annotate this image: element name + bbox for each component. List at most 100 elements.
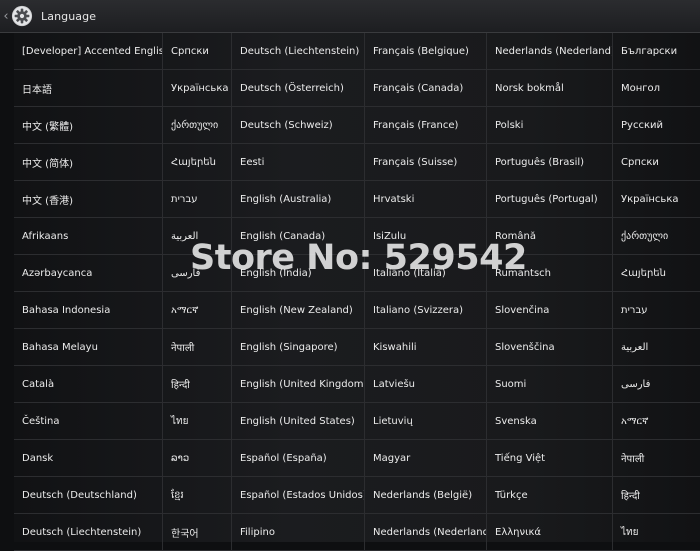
language-option[interactable]: IsiZulu — [365, 218, 487, 254]
language-option[interactable]: Српски — [163, 33, 232, 69]
language-option[interactable]: Bahasa Indonesia — [14, 292, 163, 328]
language-option[interactable]: English (United Kingdom) — [232, 366, 365, 402]
language-option[interactable]: Afrikaans — [14, 218, 163, 254]
language-option[interactable]: Azərbaycanca — [14, 255, 163, 291]
language-option[interactable]: हिन्दी — [613, 477, 700, 513]
language-option[interactable]: עברית — [163, 181, 232, 217]
language-option[interactable]: Norsk bokmål — [487, 70, 613, 106]
language-row: 中文 (简体) Հայերեն Eesti Français (Suisse) Port… — [14, 144, 700, 181]
language-option[interactable]: हिन्दी — [163, 366, 232, 402]
chevron-left-icon[interactable]: ‹ — [2, 8, 10, 24]
language-option[interactable]: Italiano (Italia) — [365, 255, 487, 291]
language-option[interactable]: Tiếng Việt — [487, 440, 613, 476]
language-row: Deutsch (Deutschland) ខ្មែរ Español (Estad… — [14, 477, 700, 514]
language-option[interactable]: नेपाली — [613, 440, 700, 476]
language-option[interactable]: Slovenčina — [487, 292, 613, 328]
language-option[interactable]: Lietuvių — [365, 403, 487, 439]
language-option[interactable]: Français (Belgique) — [365, 33, 487, 69]
language-option[interactable]: Français (France) — [365, 107, 487, 143]
language-option[interactable]: नेपाली — [163, 329, 232, 365]
language-option[interactable]: 中文 (香港) — [14, 181, 163, 217]
language-option[interactable]: Türkçe — [487, 477, 613, 513]
language-option[interactable]: Русский — [613, 107, 700, 143]
language-option[interactable]: 中文 (简体) — [14, 144, 163, 180]
language-row: [Developer] Accented English Српски Deutsc… — [14, 33, 700, 70]
language-option[interactable]: ไทย — [163, 403, 232, 439]
language-option[interactable]: Svenska — [487, 403, 613, 439]
language-option[interactable]: Suomi — [487, 366, 613, 402]
language-row: Čeština ไทย English (United States) Lietuvi… — [14, 403, 700, 440]
language-option[interactable]: Українська — [613, 181, 700, 217]
language-grid: [Developer] Accented English Српски Deutsc… — [14, 33, 700, 551]
language-option[interactable]: English (United States) — [232, 403, 365, 439]
language-option[interactable]: Български — [613, 33, 700, 69]
language-option[interactable]: Français (Suisse) — [365, 144, 487, 180]
language-option[interactable]: ລາວ — [163, 440, 232, 476]
language-option[interactable]: Nederlands (België) — [365, 477, 487, 513]
language-option[interactable]: ไทย — [613, 514, 700, 550]
gear-icon[interactable] — [11, 5, 33, 27]
language-option[interactable]: Português (Portugal) — [487, 181, 613, 217]
language-row: Azərbaycanca فارسی English (India) Italiano… — [14, 255, 700, 292]
language-option[interactable]: Čeština — [14, 403, 163, 439]
language-option[interactable]: English (Australia) — [232, 181, 365, 217]
language-option[interactable]: ქართული — [613, 218, 700, 254]
language-option[interactable]: Hrvatski — [365, 181, 487, 217]
language-option[interactable]: አማርኛ — [163, 292, 232, 328]
language-option[interactable]: Español (España) — [232, 440, 365, 476]
language-option[interactable]: Bahasa Melayu — [14, 329, 163, 365]
language-row: Deutsch (Liechtenstein) 한국어 Filipino Nederl… — [14, 514, 700, 551]
language-row: 中文 (香港) עברית English (Australia) Hrvatski P… — [14, 181, 700, 218]
language-option[interactable]: [Developer] Accented English — [14, 33, 163, 69]
language-row: Bahasa Indonesia አማርኛ English (New Zealand… — [14, 292, 700, 329]
language-option[interactable]: Français (Canada) — [365, 70, 487, 106]
language-option[interactable]: Հայերեն — [613, 255, 700, 291]
language-option[interactable]: Deutsch (Österreich) — [232, 70, 365, 106]
language-row: 中文 (繁體) ქართული Deutsch (Schweiz) Français … — [14, 107, 700, 144]
language-option[interactable]: 한국어 — [163, 514, 232, 550]
language-option[interactable]: አማርኛ — [613, 403, 700, 439]
language-option[interactable]: Polski — [487, 107, 613, 143]
language-option[interactable]: Монгол — [613, 70, 700, 106]
language-option[interactable]: Eesti — [232, 144, 365, 180]
language-option[interactable]: Filipino — [232, 514, 365, 550]
language-option[interactable]: Nederlands (Nederland) — [487, 33, 613, 69]
language-row: Català हिन्दी English (United Kingdom) Latv… — [14, 366, 700, 403]
page-title: Language — [41, 9, 97, 23]
language-option[interactable]: ქართული — [163, 107, 232, 143]
language-option[interactable]: Latviešu — [365, 366, 487, 402]
language-option[interactable]: Română — [487, 218, 613, 254]
language-option[interactable]: English (Singapore) — [232, 329, 365, 365]
language-option[interactable]: فارسی — [613, 366, 700, 402]
language-option[interactable]: Dansk — [14, 440, 163, 476]
language-option[interactable]: Português (Brasil) — [487, 144, 613, 180]
language-option[interactable]: English (New Zealand) — [232, 292, 365, 328]
language-option[interactable]: ខ្មែរ — [163, 477, 232, 513]
language-row: Bahasa Melayu नेपाली English (Singapore) Ki… — [14, 329, 700, 366]
language-option[interactable]: Deutsch (Liechtenstein) — [14, 514, 163, 550]
language-option[interactable]: Ελληνικά — [487, 514, 613, 550]
language-option[interactable]: Slovenščina — [487, 329, 613, 365]
language-option[interactable]: 中文 (繁體) — [14, 107, 163, 143]
language-option[interactable]: فارسی — [163, 255, 232, 291]
language-option[interactable]: עברית — [613, 292, 700, 328]
language-option[interactable]: Հայերեն — [163, 144, 232, 180]
language-option[interactable]: Español (Estados Unidos) — [232, 477, 365, 513]
language-option[interactable]: Српски — [613, 144, 700, 180]
language-option[interactable]: Italiano (Svizzera) — [365, 292, 487, 328]
language-option[interactable]: Deutsch (Deutschland) — [14, 477, 163, 513]
language-row: 日本語 Українська Deutsch (Österreich) Françai… — [14, 70, 700, 107]
language-option[interactable]: Deutsch (Schweiz) — [232, 107, 365, 143]
language-option[interactable]: Rumantsch — [487, 255, 613, 291]
language-option[interactable]: Українська — [163, 70, 232, 106]
language-option[interactable]: Nederlands (Nederland) — [365, 514, 487, 550]
language-option[interactable]: English (India) — [232, 255, 365, 291]
language-option[interactable]: 日本語 — [14, 70, 163, 106]
language-option[interactable]: Deutsch (Liechtenstein) — [232, 33, 365, 69]
language-option[interactable]: English (Canada) — [232, 218, 365, 254]
language-option[interactable]: Català — [14, 366, 163, 402]
language-option[interactable]: Magyar — [365, 440, 487, 476]
language-option[interactable]: العربية — [613, 329, 700, 365]
language-option[interactable]: Kiswahili — [365, 329, 487, 365]
language-option[interactable]: العربية — [163, 218, 232, 254]
